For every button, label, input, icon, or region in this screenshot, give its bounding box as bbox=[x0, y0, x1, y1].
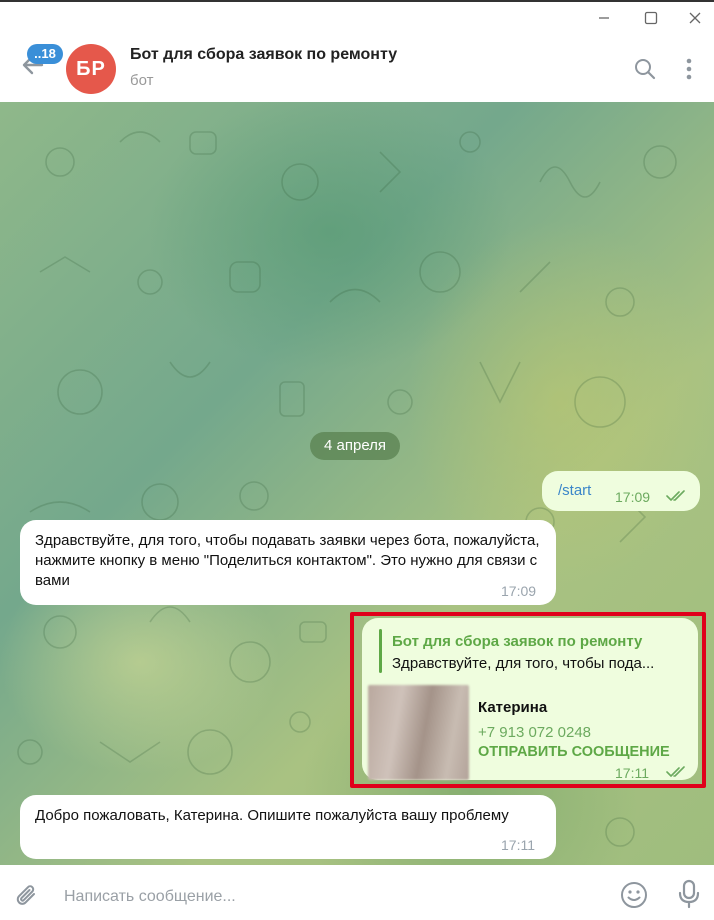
telegram-window: ..18 БР Бот для сбора заявок по ремонту … bbox=[0, 0, 714, 920]
message-composer bbox=[0, 865, 714, 920]
red-highlight-frame bbox=[350, 612, 706, 788]
minimize-icon[interactable] bbox=[594, 8, 614, 28]
chat-subtitle: бот bbox=[130, 72, 154, 89]
message-time: 17:11 bbox=[501, 837, 535, 853]
message-incoming-welcome[interactable]: Добро пожаловать, Катерина. Опишите пожа… bbox=[20, 795, 556, 859]
emoji-icon[interactable] bbox=[620, 881, 648, 909]
message-outgoing-start[interactable]: /start 17:09 bbox=[542, 471, 700, 511]
avatar[interactable]: БР bbox=[66, 44, 116, 94]
chat-history[interactable]: 4 апреля /start 17:09 Здравствуйте, для … bbox=[0, 102, 714, 865]
double-check-icon bbox=[666, 490, 685, 501]
message-incoming-greeting[interactable]: Здравствуйте, для того, чтобы подавать з… bbox=[20, 520, 556, 605]
chat-title[interactable]: Бот для сбора заявок по ремонту bbox=[130, 46, 397, 64]
microphone-icon[interactable] bbox=[677, 879, 701, 909]
message-input[interactable] bbox=[64, 885, 584, 909]
more-vertical-icon[interactable] bbox=[679, 57, 699, 81]
message-text[interactable]: /start bbox=[558, 481, 591, 501]
message-text: Добро пожаловать, Катерина. Опишите пожа… bbox=[35, 807, 509, 824]
search-icon[interactable] bbox=[633, 57, 657, 81]
unread-badge: ..18 bbox=[27, 44, 63, 64]
maximize-icon[interactable] bbox=[641, 8, 661, 28]
paperclip-icon[interactable] bbox=[16, 883, 40, 909]
close-icon[interactable] bbox=[685, 8, 705, 28]
date-separator: 4 апреля bbox=[310, 432, 401, 460]
message-text: Здравствуйте, для того, чтобы подавать з… bbox=[35, 532, 540, 589]
message-time: 17:09 bbox=[615, 489, 651, 505]
message-time: 17:09 bbox=[501, 583, 537, 599]
window-titlebar bbox=[0, 2, 714, 34]
chat-header: ..18 БР Бот для сбора заявок по ремонту … bbox=[0, 32, 714, 102]
